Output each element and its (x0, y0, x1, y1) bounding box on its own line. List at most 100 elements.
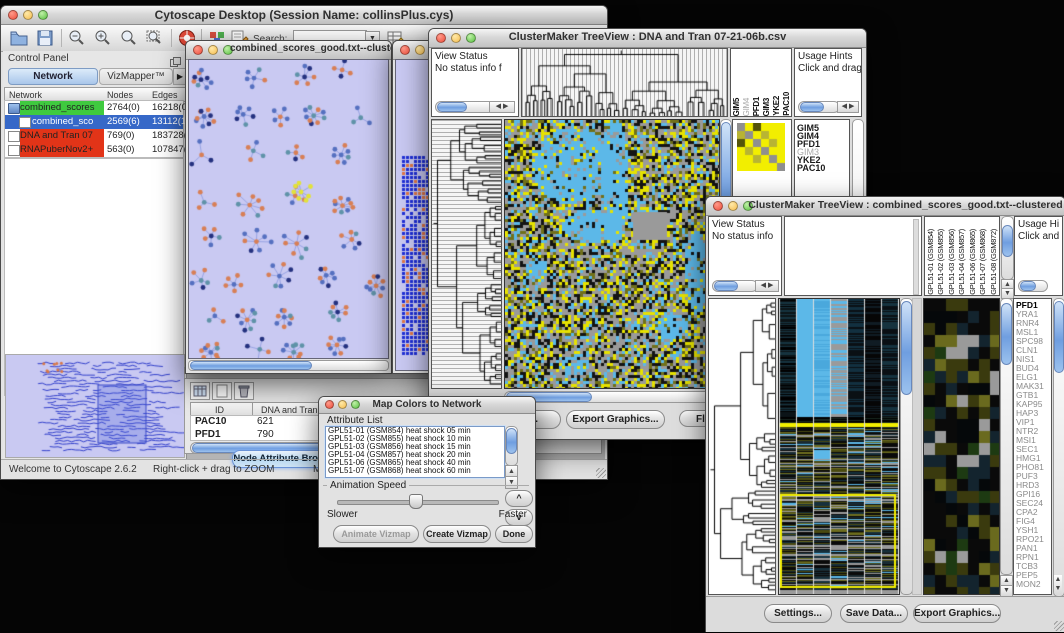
map-colors-titlebar[interactable]: Map Colors to Network (319, 397, 535, 414)
tv1-zoom-matrix-canvas[interactable] (737, 123, 785, 171)
column-label[interactable]: GPL51-01 (GSM854) (925, 217, 936, 295)
create-vizmap-button[interactable]: Create Vizmap (423, 525, 491, 543)
tv2-save-data-button[interactable]: Save Data... (840, 604, 908, 623)
column-label[interactable]: GPL51-06 (GSM865) (967, 217, 978, 295)
resize-grip[interactable] (596, 468, 606, 478)
tv1-usage-hints-panel: Usage Hints Click and drag tc ◀ ▶ (794, 48, 862, 117)
tv2-export-graphics-button[interactable]: Export Graphics... (913, 604, 1001, 623)
tv2-view-status-scrollbar[interactable] (712, 280, 758, 292)
tv1-heatmap-canvas[interactable] (504, 119, 720, 389)
column-label[interactable]: YKE2 (771, 56, 781, 116)
zoom-fit-icon[interactable] (119, 29, 139, 47)
network-table-row[interactable]: RNAPuberNov2+ 563(0) 107847(0) (5, 143, 183, 157)
tab-network[interactable]: Network (8, 68, 98, 85)
minimize-button[interactable] (208, 45, 218, 55)
network-view-titlebar[interactable]: combined_scores_good.txt--cluste... (186, 41, 391, 60)
tv1-view-status-scrollbar[interactable] (435, 101, 495, 113)
network-hscroll-thumb[interactable] (190, 361, 312, 370)
column-label[interactable]: GPL51-08 (GSM872) (988, 217, 999, 295)
attribute-list-item[interactable]: GPL51-02 (GSM855) heat shock 10 min (326, 435, 504, 443)
gene-label[interactable]: MON2 (1014, 580, 1051, 589)
attribute-list-item[interactable]: GPL51-04 (GSM857) heat shock 20 min (326, 451, 504, 459)
cytoscape-titlebar[interactable]: Cytoscape Desktop (Session Name: collins… (1, 6, 607, 25)
network-nodes: 769(0) (107, 129, 134, 143)
new-attribute-icon[interactable] (212, 382, 232, 400)
save-session-icon[interactable] (35, 29, 55, 47)
minimize-button[interactable] (728, 201, 738, 211)
delete-attribute-trash-icon[interactable] (234, 382, 254, 400)
attribute-list-item[interactable]: GPL51-07 (GSM868) heat shock 60 min (326, 467, 504, 475)
column-label[interactable]: GPL51-07 (GSM868) (978, 217, 989, 295)
column-label[interactable]: PFD1 (751, 56, 761, 116)
minimize-button[interactable] (415, 45, 425, 55)
tv1-row-dendrogram[interactable] (431, 119, 502, 389)
network-canvas[interactable] (188, 59, 389, 359)
network-overview-canvas[interactable] (5, 354, 185, 458)
tv1-column-dendrogram[interactable] (521, 48, 728, 117)
network-table-row[interactable]: DNA and Tran 07 769(0) 183728(0) (5, 129, 183, 143)
tab-vizmapper[interactable]: VizMapper™ (99, 68, 173, 85)
column-label[interactable]: GIM4 (741, 56, 751, 116)
column-label[interactable]: GPL51-02 (GSM855) (936, 217, 947, 295)
tv1-view-status-scroll-arrows[interactable]: ◀ ▶ (489, 101, 515, 113)
tv2-gene-vscrollbar[interactable]: ▲▼ (1053, 298, 1064, 597)
data-row-value: 621 (257, 416, 274, 427)
tv2-bottom-bar: Settings... Save Data... Export Graphics… (706, 596, 1064, 632)
close-button[interactable] (713, 201, 723, 211)
column-label[interactable]: GPL51-03 (GSM856) (946, 217, 957, 295)
attribute-list-vscrollbar[interactable] (505, 426, 518, 466)
row-label[interactable]: PAC10 (795, 164, 849, 172)
treeview2-titlebar[interactable]: ClusterMaker TreeView : combined_scores_… (706, 197, 1064, 216)
zoom-in-icon[interactable] (93, 29, 113, 47)
map-colors-title: Map Colors to Network (319, 399, 535, 410)
done-button[interactable]: Done (495, 525, 533, 543)
column-label[interactable]: GIM3 (761, 56, 771, 116)
col-network: Network (9, 90, 42, 100)
data-row-id: PFD1 (195, 429, 221, 440)
tv2-usage-hints-scrollbar[interactable] (1018, 280, 1048, 292)
tv2-view-status-scroll-arrows[interactable]: ◀ ▶ (755, 280, 779, 292)
status-zoom-hint: Right-click + drag to ZOOM (153, 464, 274, 475)
attribute-list-item[interactable]: GPL51-01 (GSM854) heat shock 05 min (326, 427, 504, 435)
network-table: combined_scores 2764(0) 16218(0) combine… (4, 100, 184, 158)
attribute-list-scroll-down[interactable]: ▼ (505, 476, 518, 489)
network-table-row[interactable]: combined_sco 2569(6) 13112(15) (5, 115, 183, 129)
data-row-value: 790 (257, 429, 274, 440)
network-hscrollbar[interactable] (188, 360, 389, 371)
network-view-title: combined_scores_good.txt--cluste... (230, 43, 391, 54)
column-label[interactable]: GPL51-04 (GSM857) (957, 217, 968, 295)
close-button[interactable] (400, 45, 410, 55)
tv2-column-labels: GPL51-01 (GSM854) GPL51-02 (GSM855) GPL5… (924, 216, 1000, 296)
tv2-settings-button[interactable]: Settings... (764, 604, 832, 623)
move-attribute-up-button[interactable]: ^ (505, 490, 533, 507)
attribute-list-label: Attribute List (327, 415, 383, 426)
column-label[interactable]: PAC10 (781, 56, 791, 116)
tv1-export-graphics-button[interactable]: Export Graphics... (566, 410, 665, 429)
attribute-list-item[interactable]: GPL51-06 (GSM865) heat shock 40 min (326, 459, 504, 467)
tv2-global-heatmap-canvas[interactable] (778, 298, 900, 595)
tv1-heatmap-hscrollbar[interactable]: ◀ ▶ (504, 391, 732, 403)
network-icon (8, 103, 20, 114)
column-label[interactable]: GIM5 (731, 56, 741, 116)
close-button[interactable] (193, 45, 203, 55)
zoom-out-icon[interactable] (67, 29, 87, 47)
tv2-column-dendrogram-area[interactable] (784, 216, 922, 296)
tv2-row-dendrogram[interactable] (708, 298, 776, 595)
zoom-selected-icon[interactable] (145, 29, 165, 47)
tv2-collabel-vscrollbar[interactable] (1001, 216, 1014, 280)
tv2-gene-list: PFD1YRA1RNR4MSL1SPC98CLN1NIS1BUD4ELG1MAK… (1013, 298, 1052, 595)
tv2-zoom-heatmap-canvas[interactable] (923, 298, 1000, 595)
treeview1-titlebar[interactable]: ClusterMaker TreeView : DNA and Tran 07-… (429, 29, 866, 48)
attribute-select-icon[interactable] (190, 382, 210, 400)
attribute-list-item[interactable]: GPL51-03 (GSM856) heat shock 15 min (326, 443, 504, 451)
tv1-usage-scroll-arrows[interactable]: ◀ ▶ (837, 101, 859, 113)
animate-vizmap-button[interactable]: Animate Vizmap (333, 525, 419, 543)
network-table-row[interactable]: combined_scores 2764(0) 16218(0) (5, 101, 183, 115)
tv2-zoom-vscrollbar[interactable] (1000, 298, 1013, 575)
resize-grip[interactable] (1054, 621, 1064, 631)
animation-speed-slider-thumb[interactable] (409, 494, 423, 509)
float-panel-icon[interactable] (170, 54, 181, 64)
tv1-usage-hints-scrollbar[interactable] (798, 101, 840, 113)
open-session-icon[interactable] (9, 29, 29, 47)
tv2-coldendro-scrollbar[interactable] (913, 219, 919, 295)
